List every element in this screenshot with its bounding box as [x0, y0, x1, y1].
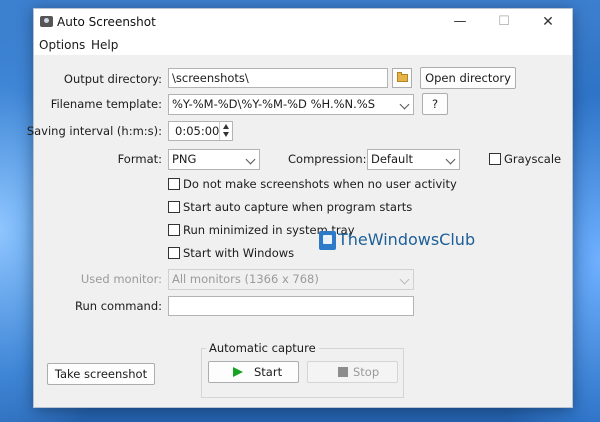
template-help-button[interactable]: ? [422, 93, 448, 115]
automatic-capture-title: Automatic capture [206, 341, 319, 355]
format-value: PNG [172, 152, 197, 166]
chevron-down-icon [399, 99, 410, 110]
output-directory-input[interactable]: \screenshots\ [168, 68, 388, 88]
spin-down-icon [223, 132, 229, 137]
used-monitor-label: Used monitor: [80, 272, 162, 286]
grayscale-checkbox[interactable] [489, 153, 501, 165]
used-monitor-combo: All monitors (1366 x 768) [168, 269, 414, 290]
compression-combo[interactable]: Default [367, 149, 460, 170]
chevron-down-icon [245, 154, 256, 165]
run-minimized-checkbox[interactable] [168, 224, 180, 236]
open-directory-button[interactable]: Open directory [420, 67, 516, 89]
maximize-button[interactable]: ☐ [482, 9, 526, 35]
run-command-input[interactable] [168, 296, 414, 316]
watermark-logo-icon [319, 231, 336, 250]
no-activity-checkbox[interactable] [168, 178, 180, 190]
format-label: Format: [117, 152, 162, 166]
format-combo[interactable]: PNG [168, 149, 260, 170]
window-title: Auto Screenshot [57, 15, 156, 29]
close-button[interactable]: ✕ [526, 9, 570, 35]
no-activity-label: Do not make screenshots when no user act… [183, 177, 457, 191]
filename-template-combo[interactable]: %Y-%M-%D\%Y-%M-%D %H.%N.%S [168, 94, 414, 115]
compression-label: Compression: [288, 152, 367, 166]
take-screenshot-button[interactable]: Take screenshot [47, 363, 155, 385]
compression-value: Default [371, 152, 414, 166]
title-bar[interactable]: Auto Screenshot — ☐ ✕ [34, 9, 572, 35]
start-button-label: Start [254, 365, 283, 379]
play-icon [233, 367, 243, 377]
filename-template-label: Filename template: [50, 97, 162, 111]
saving-interval-label: Saving interval (h:m:s): [26, 124, 162, 138]
menu-bar: Options Help [34, 35, 572, 55]
stop-button-label: Stop [353, 365, 380, 379]
start-with-windows-label: Start with Windows [183, 246, 295, 260]
start-button[interactable]: Start [208, 361, 299, 383]
stop-icon [338, 367, 348, 377]
menu-help[interactable]: Help [91, 38, 118, 52]
saving-interval-input[interactable]: 0:05:00 [168, 121, 233, 141]
chevron-down-icon [445, 154, 456, 165]
minimize-button[interactable]: — [438, 9, 482, 35]
menu-options[interactable]: Options [39, 38, 85, 52]
autostart-capture-checkbox[interactable] [168, 201, 180, 213]
run-command-label: Run command: [75, 299, 162, 313]
start-with-windows-checkbox[interactable] [168, 247, 180, 259]
used-monitor-value: All monitors (1366 x 768) [172, 272, 319, 286]
autostart-capture-label: Start auto capture when program starts [183, 200, 413, 214]
grayscale-label: Grayscale [504, 152, 562, 166]
saving-interval-value: 0:05:00 [175, 124, 220, 138]
settings-panel: Output directory: \screenshots\ Open dir… [27, 55, 572, 407]
browse-folder-button[interactable] [392, 68, 412, 88]
filename-template-value: %Y-%M-%D\%Y-%M-%D %H.%N.%S [172, 97, 376, 111]
spin-up-icon [223, 124, 229, 129]
auto-screenshot-window: Auto Screenshot — ☐ ✕ Options Help Outpu… [27, 8, 573, 408]
app-camera-icon [40, 16, 53, 27]
folder-icon [397, 72, 408, 82]
output-directory-label: Output directory: [63, 72, 162, 86]
watermark-text: TheWindowsClub [338, 230, 476, 249]
stop-button: Stop [307, 361, 398, 383]
saving-interval-spinner[interactable] [219, 122, 232, 140]
chevron-down-icon [399, 274, 410, 285]
